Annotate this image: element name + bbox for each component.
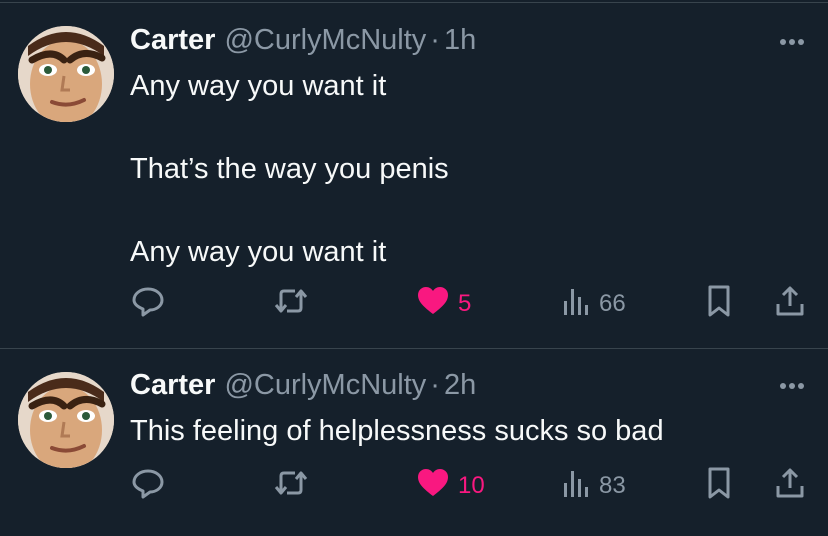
views-icon (561, 467, 591, 506)
bookmark-button[interactable] (704, 467, 734, 503)
bookmark-button[interactable] (704, 285, 734, 321)
tweet-header: Carter @CurlyMcNulty · 1h (130, 24, 476, 60)
timestamp[interactable]: 1h (444, 24, 476, 57)
more-icon[interactable] (776, 32, 808, 52)
avatar[interactable] (18, 26, 114, 122)
share-icon (773, 284, 807, 325)
views-button[interactable]: 83 (561, 469, 626, 503)
tweet-line: That’s the way you penis (130, 153, 449, 185)
tweet-line-blank (130, 107, 790, 149)
retweet-icon (273, 466, 309, 507)
retweet-button[interactable] (273, 287, 309, 321)
heart-icon (416, 285, 450, 324)
like-button[interactable]: 5 (416, 285, 472, 324)
like-count: 10 (458, 472, 485, 499)
tweet-line: Any way you want it (130, 236, 387, 268)
author-handle[interactable]: @CurlyMcNulty (224, 24, 426, 57)
like-button[interactable]: 10 (416, 467, 485, 506)
tweet-header: Carter @CurlyMcNulty · 2h (130, 369, 476, 405)
tweet[interactable]: Carter @CurlyMcNulty · 1h Any way you wa… (0, 0, 828, 348)
author-name[interactable]: Carter (130, 369, 215, 402)
view-count: 83 (599, 472, 626, 499)
tweet[interactable]: Carter @CurlyMcNulty · 2h This feeling o… (0, 349, 828, 536)
views-icon (561, 285, 591, 324)
reply-icon (131, 466, 165, 507)
author-name[interactable]: Carter (130, 24, 215, 57)
share-icon (773, 466, 807, 507)
bookmark-icon (704, 284, 734, 325)
retweet-icon (273, 284, 309, 325)
separator-dot: · (430, 369, 440, 401)
author-handle[interactable]: @CurlyMcNulty (224, 369, 426, 402)
avatar[interactable] (18, 372, 114, 468)
timeline: Carter @CurlyMcNulty · 1h Any way you wa… (0, 0, 828, 536)
more-icon[interactable] (776, 376, 808, 396)
share-button[interactable] (773, 468, 807, 503)
tweet-line: Any way you want it (130, 70, 387, 102)
timestamp[interactable]: 2h (444, 369, 476, 402)
like-count: 5 (458, 290, 472, 317)
tweet-text: Any way you want it That’s the way you p… (130, 66, 790, 273)
tweet-line: This feeling of helplessness sucks so ba… (130, 415, 664, 447)
tweet-text: This feeling of helplessness sucks so ba… (130, 411, 790, 452)
reply-icon (131, 284, 165, 325)
view-count: 66 (599, 290, 626, 317)
bookmark-icon (704, 466, 734, 507)
heart-icon (416, 467, 450, 506)
tweet-line-blank (130, 190, 790, 232)
reply-button[interactable] (131, 287, 165, 321)
views-button[interactable]: 66 (561, 287, 626, 321)
share-button[interactable] (773, 286, 807, 321)
retweet-button[interactable] (273, 469, 309, 503)
reply-button[interactable] (131, 469, 165, 503)
separator-dot: · (430, 24, 440, 56)
